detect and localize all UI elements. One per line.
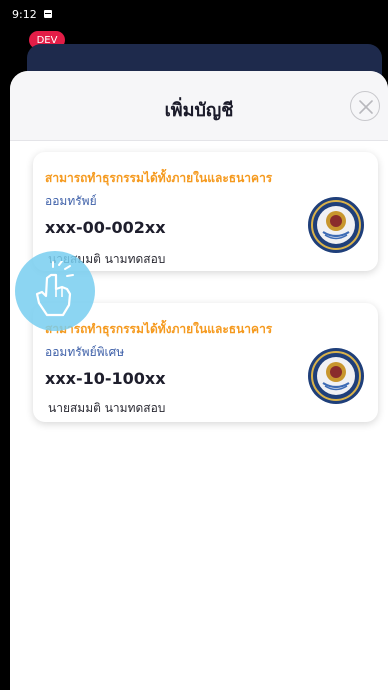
account-number: xxx-00-002xx (45, 218, 166, 237)
bank-seal-icon (308, 348, 364, 404)
status-bar: 9:12 (0, 0, 388, 28)
close-button[interactable] (350, 91, 380, 121)
sheet-title: เพิ่มบัญชี (164, 100, 234, 121)
account-status: สามารถทำธุรกรรมได้ทั้งภายในและธนาคาร (45, 171, 273, 185)
account-owner: นายสมมติ นามทดสอบ (48, 401, 166, 415)
status-time: 9:12 (12, 7, 37, 21)
close-icon (359, 100, 373, 114)
add-account-sheet: เพิ่มบัญชี สามารถทำธุรกรรมได้ทั้งภายในแล… (10, 71, 388, 690)
account-number: xxx-10-100xx (45, 369, 166, 388)
tap-indicator (15, 251, 95, 331)
account-card[interactable]: สามารถทำธุรกรรมได้ทั้งภายในและธนาคาร ออม… (33, 303, 378, 422)
account-card[interactable]: สามารถทำธุรกรรมได้ทั้งภายในและธนาคาร ออม… (33, 152, 378, 271)
notification-icon (43, 10, 52, 18)
tap-hand-icon (35, 261, 74, 317)
sheet-header: เพิ่มบัญชี (10, 71, 388, 141)
account-type: ออมทรัพย์พิเศษ (45, 345, 125, 359)
account-type: ออมทรัพย์ (45, 194, 97, 208)
bank-seal-icon (308, 197, 364, 253)
